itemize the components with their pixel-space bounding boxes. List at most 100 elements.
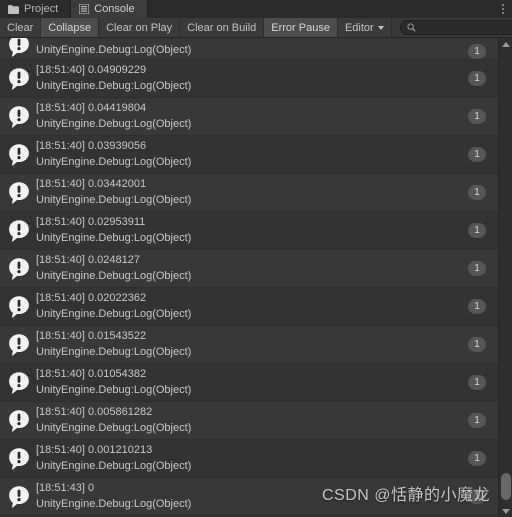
log-entry-text: [18:51:40] 0.04909229 UnityEngine.Debug:L… <box>36 63 468 94</box>
log-entry-text: [18:51:40] 0.0248127 UnityEngine.Debug:Lo… <box>36 253 468 284</box>
log-info-icon <box>6 370 32 396</box>
log-entry-stacktrace: UnityEngine.Debug:Log(Object) <box>36 383 192 396</box>
log-info-icon <box>6 180 32 206</box>
log-entry-stacktrace: UnityEngine.Debug:Log(Object) <box>36 459 192 472</box>
log-info-icon <box>6 256 32 282</box>
folder-icon <box>8 4 19 14</box>
editor-dropdown[interactable]: Editor <box>337 18 392 37</box>
console-toolbar: Clear Collapse Clear on Play Clear on Bu… <box>0 18 512 38</box>
log-entry-message: [18:51:40] 0.005861282 <box>36 405 153 418</box>
log-entry-count-badge: 1 <box>468 375 486 390</box>
log-info-icon <box>6 66 32 92</box>
log-entry-stacktrace: UnityEngine.Debug:Log(Object) <box>36 193 192 206</box>
clear-on-build-toggle[interactable]: Clear on Build <box>180 18 265 37</box>
editor-dropdown-label: Editor <box>344 21 374 34</box>
log-info-icon <box>6 484 32 510</box>
log-entry-message: [18:51:40] 0.0248127 <box>36 253 140 266</box>
log-entry-text: [18:51:40] 0.01543522 UnityEngine.Debug:L… <box>36 329 468 360</box>
log-entry-row[interactable]: [18:51:40] 0.0248127 UnityEngine.Debug:Lo… <box>0 250 498 288</box>
tab-project-label: Project <box>24 3 59 15</box>
scroll-up-arrow-icon[interactable] <box>499 38 512 50</box>
log-entry-row[interactable]: [18:51:40] 0.005861282 UnityEngine.Debug:… <box>0 402 498 440</box>
tab-console-label: Console <box>94 3 135 15</box>
log-entry-message: [18:51:40] 0.04909229 <box>36 63 147 76</box>
log-entry-message: [18:51:40] 0.02953911 <box>36 215 146 228</box>
log-entry-count-badge: 1 <box>468 413 486 428</box>
chevron-down-icon <box>377 25 384 30</box>
vertical-scrollbar[interactable] <box>498 38 512 517</box>
scroll-down-arrow-icon[interactable] <box>499 505 512 517</box>
log-entry-stacktrace: UnityEngine.Debug:Log(Object) <box>36 345 192 358</box>
log-entry-stacktrace: UnityEngine.Debug:Log(Object) <box>36 231 192 244</box>
log-entry-stacktrace: UnityEngine.Debug:Log(Object) <box>36 117 192 130</box>
log-entry-stacktrace: UnityEngine.Debug:Log(Object) <box>36 497 192 510</box>
log-info-icon <box>6 294 32 320</box>
log-entry-row[interactable]: [18:51:40] 0.001210213 UnityEngine.Debug:… <box>0 440 498 478</box>
console-body: UnityEngine.Debug:Log(Object) 1 [18:51:40… <box>0 38 512 517</box>
log-entry-stacktrace: UnityEngine.Debug:Log(Object) <box>36 269 192 282</box>
log-entry-row[interactable]: [18:51:40] 0.04419804 UnityEngine.Debug:L… <box>0 98 498 136</box>
log-entry-count-badge: 1 <box>468 71 486 86</box>
console-log-list[interactable]: UnityEngine.Debug:Log(Object) 1 [18:51:40… <box>0 38 498 517</box>
search-area <box>397 18 512 37</box>
scrollbar-thumb[interactable] <box>501 473 511 501</box>
log-info-icon <box>6 408 32 434</box>
log-entry-text: [18:51:43] 0 UnityEngine.Debug:Log(Object… <box>36 481 468 512</box>
log-entry-count-badge: 1 <box>468 223 486 238</box>
log-entry-count-badge: 1 <box>468 147 486 162</box>
log-entry-count-badge: 1 <box>468 337 486 352</box>
clear-on-play-toggle[interactable]: Clear on Play <box>99 18 181 37</box>
log-entry-message: [18:51:40] 0.03442001 <box>36 177 147 190</box>
unity-console-window: Project Console Clear Collapse Clear on … <box>0 0 512 517</box>
search-icon <box>407 19 416 37</box>
log-entry-stacktrace: UnityEngine.Debug:Log(Object) <box>36 79 192 92</box>
log-entry-row[interactable]: [18:51:40] 0.01054382 UnityEngine.Debug:L… <box>0 364 498 402</box>
log-entry-text: [18:51:40] 0.001210213 UnityEngine.Debug:… <box>36 443 468 474</box>
log-info-icon <box>6 446 32 472</box>
log-entry-text: [18:51:40] 0.02022362 UnityEngine.Debug:L… <box>36 291 468 322</box>
log-entry-message: [18:51:40] 0.01054382 <box>36 367 147 380</box>
log-entry-text: [18:51:40] 0.03939056 UnityEngine.Debug:L… <box>36 139 468 170</box>
log-entry-message: [18:51:43] 0 <box>36 481 95 494</box>
log-entry-row[interactable]: [18:51:40] 0.03442001 UnityEngine.Debug:L… <box>0 174 498 212</box>
clear-button[interactable]: Clear <box>0 18 42 37</box>
log-entry-count-badge: 1 <box>468 299 486 314</box>
search-box[interactable] <box>399 19 512 37</box>
log-entry-text: [18:51:40] 0.005861282 UnityEngine.Debug:… <box>36 405 468 436</box>
log-entry-row[interactable]: [18:51:40] 0.02022362 UnityEngine.Debug:L… <box>0 288 498 326</box>
log-entry-message: [18:51:40] 0.03939056 <box>36 139 147 152</box>
log-info-icon <box>6 218 32 244</box>
log-entry-count-badge: 1 <box>468 44 486 59</box>
log-entry-row[interactable]: [18:51:40] 0.03939056 UnityEngine.Debug:L… <box>0 136 498 174</box>
log-entry-message: [18:51:40] 0.02022362 <box>36 291 147 304</box>
log-entry-text: [18:51:40] 0.04419804 UnityEngine.Debug:L… <box>36 101 468 132</box>
search-input[interactable] <box>419 22 512 33</box>
log-entry-row[interactable]: UnityEngine.Debug:Log(Object) 1 <box>0 38 498 60</box>
console-list-icon <box>79 4 90 14</box>
log-entry-count-badge: 1 <box>468 489 486 504</box>
log-entry-count-badge: 1 <box>468 185 486 200</box>
error-pause-toggle[interactable]: Error Pause <box>264 18 338 37</box>
log-entry-message: [18:51:40] 0.04419804 <box>36 101 147 114</box>
log-entry-count-badge: 1 <box>468 261 486 276</box>
log-entry-message: [18:51:40] 0.001210213 <box>36 443 153 456</box>
log-entry-stacktrace: UnityEngine.Debug:Log(Object) <box>36 155 192 168</box>
log-info-icon <box>6 104 32 130</box>
log-entry-count-badge: 1 <box>468 451 486 466</box>
window-tab-bar: Project Console <box>0 0 512 18</box>
log-entry-row[interactable]: [18:51:40] 0.01543522 UnityEngine.Debug:L… <box>0 326 498 364</box>
kebab-menu-icon[interactable] <box>494 0 512 18</box>
tab-project[interactable]: Project <box>0 0 72 18</box>
log-entry-text: [18:51:40] 0.03442001 UnityEngine.Debug:L… <box>36 177 468 208</box>
log-entry-row[interactable]: [18:51:40] 0.02953911 UnityEngine.Debug:L… <box>0 212 498 250</box>
log-entry-text: UnityEngine.Debug:Log(Object) <box>36 43 468 59</box>
log-entry-row[interactable]: [18:51:43] 0 UnityEngine.Debug:Log(Object… <box>0 478 498 516</box>
collapse-toggle[interactable]: Collapse <box>41 18 100 37</box>
log-entry-row[interactable]: [18:51:40] 0.04909229 UnityEngine.Debug:L… <box>0 60 498 98</box>
tab-console[interactable]: Console <box>71 0 148 18</box>
log-info-icon <box>6 38 32 59</box>
log-info-icon <box>6 332 32 358</box>
log-entry-stacktrace: UnityEngine.Debug:Log(Object) <box>36 44 192 57</box>
log-entry-stacktrace: UnityEngine.Debug:Log(Object) <box>36 421 192 434</box>
log-entry-message: [18:51:40] 0.01543522 <box>36 329 147 342</box>
